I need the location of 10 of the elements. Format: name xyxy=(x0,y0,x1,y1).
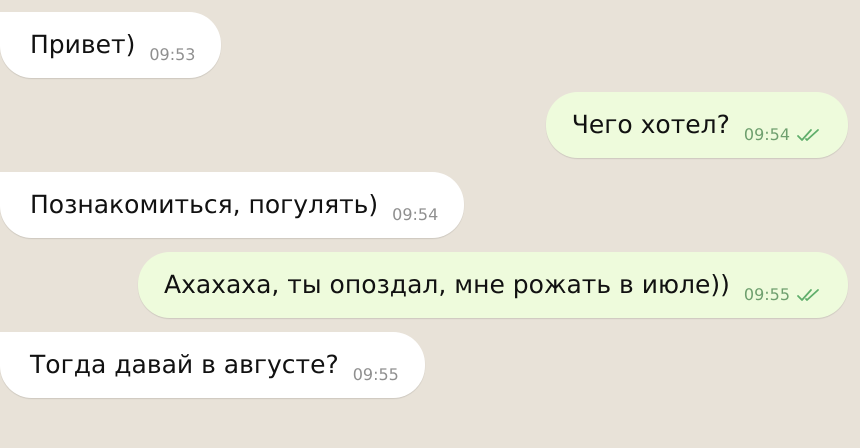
message-text: Тогда давай в августе? xyxy=(30,349,339,381)
message-text: Привет) xyxy=(30,29,136,61)
message-time: 09:54 xyxy=(392,205,438,224)
message-text: Ахахаха, ты опоздал, мне рожать в июле)) xyxy=(164,269,730,301)
message-text: Познакомиться, погулять) xyxy=(30,189,378,221)
message-text: Чего хотел? xyxy=(572,109,730,141)
message-time: 09:55 xyxy=(352,365,399,384)
message-time: 09:53 xyxy=(149,45,196,64)
message-time: 09:54 xyxy=(744,125,790,144)
message-time: 09:55 xyxy=(744,285,790,304)
